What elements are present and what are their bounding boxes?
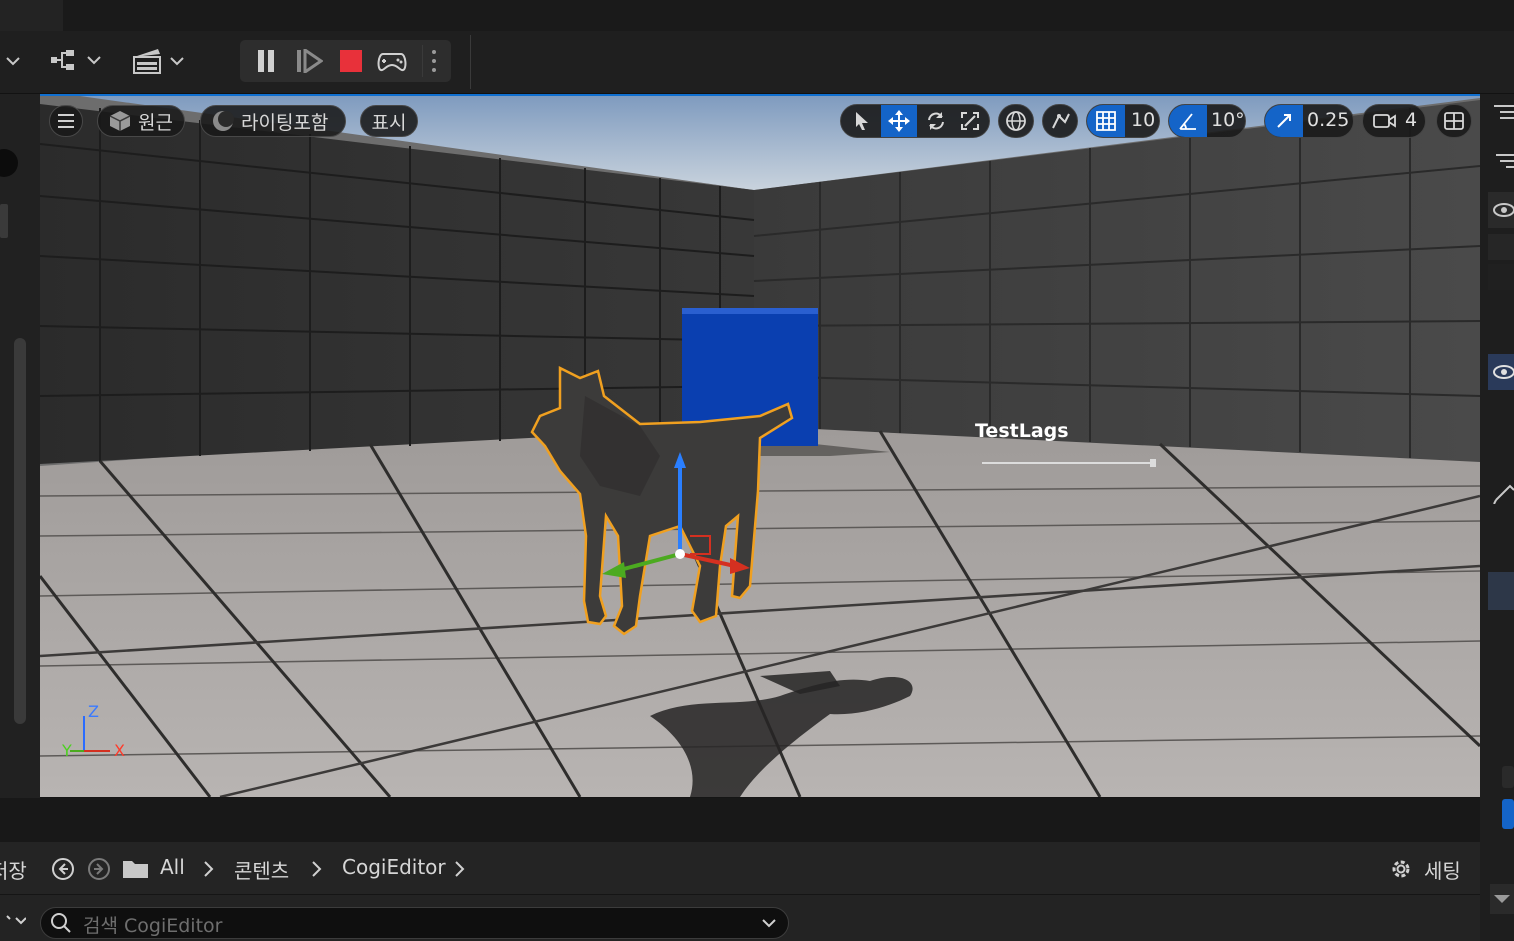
axis-x-label: X: [114, 741, 125, 760]
lighting-label: 라이팅포함: [241, 111, 329, 134]
cinematics-button[interactable]: [131, 45, 187, 77]
rotate-icon[interactable]: [921, 105, 951, 137]
move-icon[interactable]: [881, 105, 917, 137]
select-icon[interactable]: [847, 105, 877, 137]
angle-snap-control[interactable]: 10°: [1168, 104, 1246, 138]
panel-tab[interactable]: [0, 204, 8, 238]
gamepad-icon[interactable]: [376, 48, 408, 74]
eye-icon: [1493, 365, 1514, 379]
chevron-right-icon[interactable]: [454, 861, 466, 881]
transform-tools: [840, 104, 990, 138]
breadcrumb-content[interactable]: 콘텐츠: [234, 855, 289, 884]
folder-icon: [122, 858, 150, 880]
search-placeholder: 검색 CogiEditor: [83, 915, 223, 937]
details-edit-icon[interactable]: [1486, 480, 1514, 510]
scale-icon[interactable]: [955, 105, 985, 137]
collapse-button[interactable]: [1490, 884, 1514, 914]
cube-icon: [109, 111, 131, 131]
show-label: 표시: [371, 111, 407, 134]
title-bar: [0, 0, 1514, 31]
level-viewport[interactable]: TestLags Z X Y 원근 라이팅포함 표시: [40, 96, 1480, 797]
scale-snap-icon[interactable]: [1265, 105, 1303, 137]
blueprint-icon: [51, 50, 101, 70]
widget-label: TestLags: [975, 420, 1069, 442]
filter-icon[interactable]: [1494, 152, 1514, 172]
blueprint-button[interactable]: [48, 47, 104, 75]
details-field[interactable]: [1502, 766, 1514, 788]
cinematics-icon: [133, 49, 184, 74]
search-input[interactable]: 검색 CogiEditor: [40, 907, 789, 939]
settings-label[interactable]: 세팅: [1424, 855, 1461, 884]
scale-snap-value: 0.25: [1307, 109, 1350, 131]
show-dropdown[interactable]: 표시: [360, 105, 418, 137]
axis-z-label: Z: [88, 702, 99, 721]
chevron-right-icon: [311, 861, 323, 881]
perspective-dropdown[interactable]: 원근: [97, 105, 185, 137]
grid-snap-icon[interactable]: [1087, 105, 1125, 137]
viewport-layout-button[interactable]: [1436, 104, 1472, 138]
camera-speed-value: 4: [1405, 109, 1418, 131]
eye-row[interactable]: [1488, 192, 1514, 228]
panel-button[interactable]: [0, 149, 18, 177]
content-browser-toolbar: [0, 842, 1480, 895]
details-blue-field[interactable]: [1502, 799, 1514, 829]
surface-snap-toggle[interactable]: [1042, 104, 1078, 138]
chevron-down-icon[interactable]: [2, 49, 24, 73]
gear-icon[interactable]: [1389, 857, 1413, 881]
play-controls: [240, 40, 451, 82]
panel-gap: [0, 798, 1480, 842]
forward-icon[interactable]: [87, 857, 111, 881]
more-icon[interactable]: [426, 48, 442, 74]
axis-y-label: Y: [62, 741, 72, 760]
grid-snap-control[interactable]: 10: [1086, 104, 1160, 138]
chevron-right-icon: [203, 861, 215, 881]
perspective-label: 원근: [138, 111, 173, 134]
back-icon[interactable]: [51, 857, 75, 881]
hamburger-icon: [58, 114, 74, 128]
lit-sphere-icon: [213, 111, 234, 131]
globe-icon: [1006, 111, 1026, 131]
scale-snap-control[interactable]: 0.25: [1264, 104, 1354, 138]
camera-speed-control[interactable]: 4: [1362, 104, 1426, 138]
pause-icon[interactable]: [252, 49, 280, 73]
scrollbar[interactable]: [14, 338, 26, 724]
save-all-label[interactable]: 저장: [0, 855, 27, 884]
world-local-toggle[interactable]: [998, 104, 1034, 138]
right-panel: [1480, 94, 1514, 941]
scene: [40, 96, 1480, 797]
step-icon[interactable]: [294, 49, 324, 73]
details-selected-row[interactable]: [1488, 572, 1514, 610]
main-toolbar: [0, 31, 1514, 94]
editor-tab[interactable]: [0, 0, 63, 31]
camera-icon: [1373, 114, 1396, 128]
chevron-down-icon[interactable]: [6, 914, 27, 933]
angle-snap-icon[interactable]: [1169, 105, 1207, 137]
search-icon: [51, 913, 71, 933]
angle-snap-value: 10°: [1211, 109, 1245, 131]
eye-icon: [1493, 203, 1514, 217]
breadcrumb-all[interactable]: All: [160, 855, 185, 879]
left-panel: [0, 94, 40, 798]
eye-row-selected[interactable]: [1488, 354, 1514, 390]
chevron-down-icon: [762, 919, 776, 928]
lighting-dropdown[interactable]: 라이팅포함: [200, 105, 346, 137]
layout-icon: [1444, 112, 1464, 130]
outliner-icon[interactable]: [1494, 102, 1514, 122]
viewport-menu-button[interactable]: [49, 105, 83, 137]
grid-snap-value: 10: [1131, 109, 1156, 131]
breadcrumb-cogieditor[interactable]: CogiEditor: [342, 855, 446, 879]
surface-snap-icon: [1052, 113, 1070, 129]
stop-icon[interactable]: [340, 50, 362, 72]
